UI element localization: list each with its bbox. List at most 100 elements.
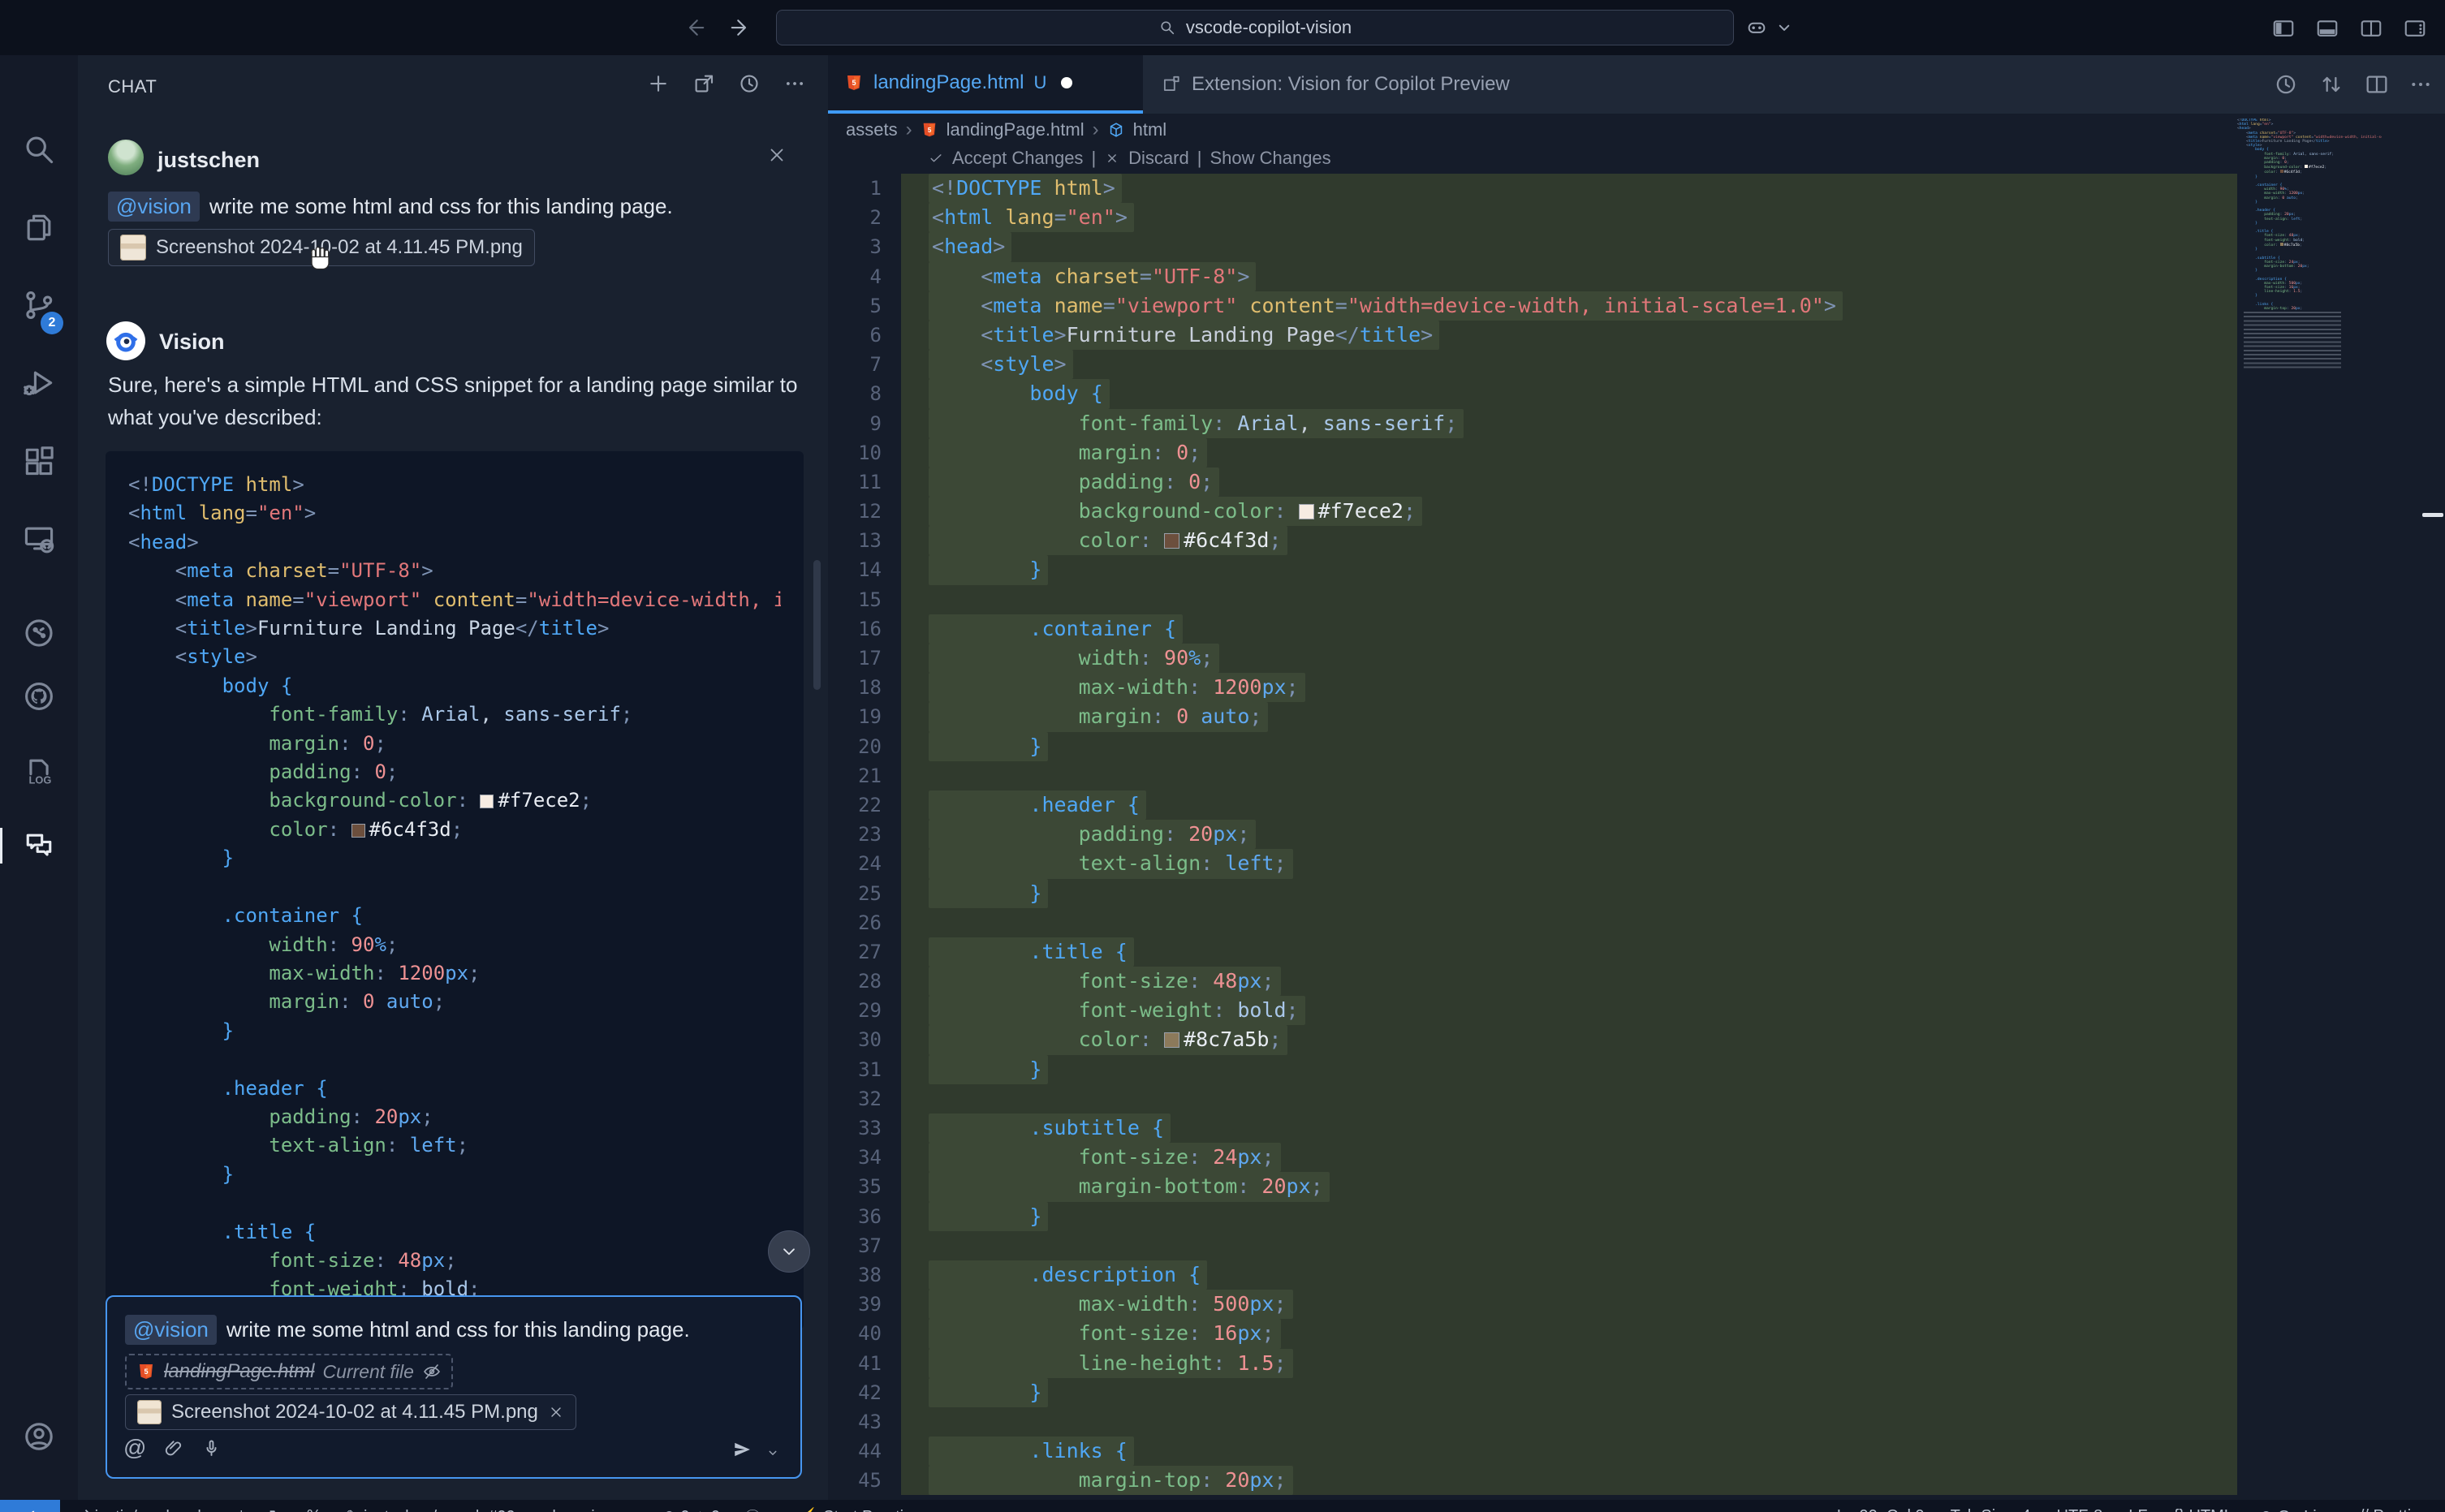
- editor-code-line[interactable]: 32: [828, 1084, 2237, 1114]
- minimap[interactable]: <!DOCTYPE html> <html lang="en"> <head> …: [2237, 118, 2382, 492]
- eye-off-icon[interactable]: [422, 1362, 442, 1381]
- output-log-icon[interactable]: LOG: [21, 753, 57, 789]
- tab-extension-preview[interactable]: Extension: Vision for Copilot Preview: [1143, 55, 1565, 114]
- editor-code-line[interactable]: 22 .header {: [828, 790, 2237, 820]
- compare-changes-icon[interactable]: [2318, 71, 2344, 97]
- editor-code-line[interactable]: 13 color: #6c4f3d;: [828, 526, 2237, 555]
- breadcrumb-assets[interactable]: assets: [846, 119, 898, 140]
- new-chat-icon[interactable]: [646, 71, 671, 96]
- editor-code-line[interactable]: 19 margin: 0 auto;: [828, 702, 2237, 731]
- status-item[interactable]: ⊘ 0 △ 0: [662, 1506, 720, 1512]
- editor-code-line[interactable]: 21: [828, 761, 2237, 790]
- chat-input-value[interactable]: @vision write me some html and css for t…: [125, 1315, 690, 1345]
- remove-attachment-icon[interactable]: [548, 1404, 564, 1420]
- attach-icon[interactable]: [162, 1437, 184, 1459]
- extensions-icon[interactable]: [21, 443, 57, 479]
- editor-code-line[interactable]: 42 }: [828, 1378, 2237, 1407]
- remote-indicator[interactable]: ✓: [0, 1500, 60, 1512]
- editor-code-area[interactable]: 1<!DOCTYPE html>2<html lang="en">3<head>…: [828, 174, 2237, 1495]
- editor-code-line[interactable]: 27 .title {: [828, 937, 2237, 967]
- mention-button[interactable]: @: [123, 1437, 146, 1459]
- forward-arrow-icon[interactable]: [729, 15, 753, 40]
- dirty-indicator[interactable]: [1061, 77, 1072, 88]
- show-changes-link[interactable]: Show Changes: [1210, 148, 1330, 169]
- open-chat-in-editor-icon[interactable]: [692, 71, 716, 96]
- status-item[interactable]: LF: [2128, 1507, 2147, 1512]
- accounts-icon[interactable]: [21, 1419, 57, 1454]
- chat-input-box[interactable]: @vision write me some html and css for t…: [106, 1295, 802, 1479]
- status-item[interactable]: ⎇ justin/readme-bump*: [71, 1506, 244, 1512]
- status-item[interactable]: ↻: [269, 1506, 282, 1512]
- run-debug-icon[interactable]: [21, 365, 57, 401]
- editor-code-line[interactable]: 39 max-width: 500px;: [828, 1290, 2237, 1319]
- editor-code-line[interactable]: 41 line-height: 1.5;: [828, 1349, 2237, 1378]
- live-share-icon[interactable]: [21, 615, 57, 651]
- editor-code-line[interactable]: 1<!DOCTYPE html>: [828, 174, 2237, 203]
- back-arrow-icon[interactable]: [682, 15, 706, 40]
- mention-chip[interactable]: @vision: [108, 192, 200, 222]
- status-item[interactable]: Ⓦ 0: [744, 1505, 774, 1512]
- editor-code-line[interactable]: 5 <meta name="viewport" content="width=d…: [828, 291, 2237, 321]
- editor-code-line[interactable]: 11 padding: 0;: [828, 467, 2237, 497]
- editor-code-line[interactable]: 36 }: [828, 1202, 2237, 1231]
- status-item[interactable]: %: [307, 1507, 321, 1512]
- status-item[interactable]: ✎ justschen/vscode#99 needs reviewers: [346, 1506, 638, 1512]
- editor-code-line[interactable]: 45 margin-top: 20px;: [828, 1466, 2237, 1495]
- status-item[interactable]: Ln 90, Col 9: [1837, 1507, 1925, 1512]
- attachment-chip[interactable]: Screenshot 2024-10-02 at 4.11.45 PM.png: [125, 1394, 576, 1430]
- editor-code-line[interactable]: 43: [828, 1407, 2237, 1437]
- tab-landing-page[interactable]: 5 landingPage.html U: [828, 55, 1143, 114]
- toggle-panel-icon[interactable]: [2315, 16, 2339, 41]
- scrollbar-marker[interactable]: [2422, 513, 2443, 517]
- editor-code-line[interactable]: 24 text-align: left;: [828, 849, 2237, 878]
- editor-code-line[interactable]: 31 }: [828, 1055, 2237, 1084]
- copilot-menu-button[interactable]: [1745, 16, 1796, 39]
- editor-code-line[interactable]: 37: [828, 1231, 2237, 1260]
- send-button[interactable]: [731, 1438, 753, 1465]
- more-actions-icon[interactable]: [2408, 71, 2434, 97]
- editor-code-line[interactable]: 7 <style>: [828, 350, 2237, 379]
- customize-layout-icon[interactable]: [2403, 16, 2427, 41]
- editor-code-line[interactable]: 20 }: [828, 732, 2237, 761]
- editor-code-line[interactable]: 33 .subtitle {: [828, 1114, 2237, 1143]
- breadcrumb-file[interactable]: landingPage.html: [947, 119, 1085, 140]
- editor-code-line[interactable]: 23 padding: 20px;: [828, 820, 2237, 849]
- scroll-down-button[interactable]: [768, 1230, 810, 1273]
- close-icon[interactable]: [766, 144, 787, 166]
- editor-code-line[interactable]: 30 color: #8c7a5b;: [828, 1025, 2237, 1054]
- mic-icon[interactable]: [201, 1437, 222, 1459]
- mention-chip[interactable]: @vision: [125, 1315, 217, 1345]
- status-item[interactable]: Tab Size: 4: [1951, 1507, 2031, 1512]
- editor-code-line[interactable]: 38 .description {: [828, 1260, 2237, 1290]
- editor-code-line[interactable]: 9 font-family: Arial, sans-serif;: [828, 409, 2237, 438]
- status-item[interactable]: ⚡ Start Practice: [799, 1506, 921, 1512]
- timeline-icon[interactable]: [2273, 71, 2299, 97]
- toggle-sidebar-icon[interactable]: [2271, 16, 2296, 41]
- editor-code-line[interactable]: 35 margin-bottom: 20px;: [828, 1172, 2237, 1201]
- editor-code-line[interactable]: 28 font-size: 48px;: [828, 967, 2237, 996]
- send-options-chevron-icon[interactable]: [765, 1445, 781, 1465]
- editor-code-line[interactable]: 3<head>: [828, 232, 2237, 261]
- chat-history-icon[interactable]: [737, 71, 761, 96]
- split-editor-icon[interactable]: [2359, 16, 2383, 41]
- accept-changes-link[interactable]: Accept Changes: [952, 148, 1083, 169]
- status-item[interactable]: UTF-8: [2057, 1507, 2103, 1512]
- chat-icon[interactable]: [21, 828, 57, 864]
- editor-code-line[interactable]: 34 font-size: 24px;: [828, 1143, 2237, 1172]
- command-center-search[interactable]: vscode-copilot-vision: [776, 10, 1734, 45]
- editor-code-line[interactable]: 17 width: 90%;: [828, 644, 2237, 673]
- editor-code-line[interactable]: 16 .container {: [828, 614, 2237, 644]
- editor-code-line[interactable]: 40 font-size: 16px;: [828, 1319, 2237, 1348]
- discard-link[interactable]: Discard: [1128, 148, 1189, 169]
- breadcrumb[interactable]: assets › 5 landingPage.html › html: [846, 118, 1166, 141]
- editor-code-line[interactable]: 2<html lang="en">: [828, 203, 2237, 232]
- status-item[interactable]: ◎ Go Live: [2259, 1506, 2334, 1512]
- editor-code-line[interactable]: 12 background-color: #f7ece2;: [828, 497, 2237, 526]
- editor-code-line[interactable]: 25 }: [828, 879, 2237, 908]
- editor-code-line[interactable]: 15: [828, 585, 2237, 614]
- breadcrumb-symbol[interactable]: html: [1133, 119, 1167, 140]
- chat-scrollbar[interactable]: [813, 560, 821, 690]
- more-actions-icon[interactable]: [783, 71, 807, 96]
- split-editor-icon[interactable]: [2364, 71, 2390, 97]
- editor-code-line[interactable]: 29 font-weight: bold;: [828, 996, 2237, 1025]
